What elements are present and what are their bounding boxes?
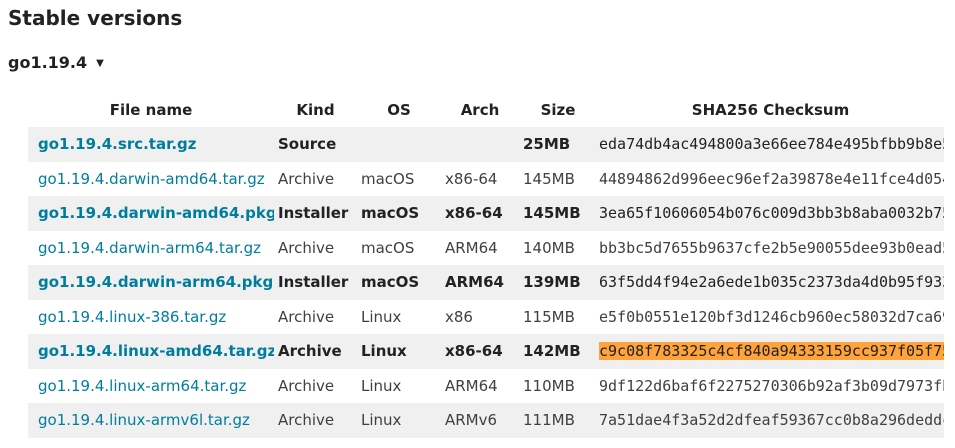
- os-cell: macOS: [361, 273, 420, 292]
- size-cell: 110MB: [523, 376, 575, 395]
- checksum-cell[interactable]: bb3bc5d7655b9637cfe2b5e90055dee93b0ead50…: [597, 231, 944, 266]
- table-row: go1.19.4.linux-armv6l.tar.gz Archive Lin…: [28, 403, 944, 438]
- arch-cell: ARM64: [445, 376, 498, 395]
- kind-cell: Archive: [278, 307, 335, 326]
- table-row: go1.19.4.linux-amd64.tar.gz Archive Linu…: [28, 334, 944, 369]
- download-link[interactable]: go1.19.4.linux-amd64.tar.gz: [38, 342, 274, 360]
- table-row: go1.19.4.linux-386.tar.gz Archive Linux …: [28, 300, 944, 335]
- file-cell: go1.19.4.linux-amd64.tar.gz: [28, 334, 274, 369]
- arch-cell: x86-64: [445, 204, 503, 223]
- kind-cell: Archive: [278, 342, 342, 361]
- size-cell: 142MB: [523, 342, 581, 361]
- arch-cell: ARM64: [445, 273, 504, 292]
- checksum-cell[interactable]: eda74db4ac494800a3e66ee784e495bfbb9b8e53…: [597, 127, 944, 162]
- checksum-cell[interactable]: e5f0b0551e120bf3d1246cb960ec58032d7ca69e…: [597, 300, 944, 335]
- os-cell: macOS: [361, 204, 420, 223]
- header-file-name: File name: [109, 101, 193, 119]
- checksum-cell[interactable]: c9c08f783325c4cf840a94333159cc937f05f75c…: [597, 334, 944, 369]
- os-cell: macOS: [361, 169, 415, 188]
- file-cell: go1.19.4.darwin-arm64.pkg: [28, 265, 274, 300]
- download-link[interactable]: go1.19.4.darwin-arm64.tar.gz: [38, 239, 261, 257]
- download-link[interactable]: go1.19.4.linux-386.tar.gz: [38, 308, 226, 326]
- checksum-cell[interactable]: 44894862d996eec96ef2a39878e4e11fce4d0542…: [597, 162, 944, 197]
- os-cell: Linux: [361, 342, 407, 361]
- file-cell: go1.19.4.linux-armv6l.tar.gz: [28, 403, 274, 438]
- table-row: go1.19.4.linux-arm64.tar.gz Archive Linu…: [28, 369, 944, 404]
- download-link[interactable]: go1.19.4.darwin-amd64.tar.gz: [38, 170, 265, 188]
- header-os: OS: [387, 101, 411, 119]
- size-cell: 139MB: [523, 273, 581, 292]
- header-size: Size: [540, 101, 576, 119]
- os-cell: [357, 127, 441, 162]
- header-sha256: SHA256 Checksum: [691, 101, 850, 119]
- table-row: go1.19.4.darwin-amd64.tar.gz Archive mac…: [28, 162, 944, 197]
- checksum-text[interactable]: 63f5dd4f94e2a6ede1b035c2373da4d0b95f933f…: [599, 273, 944, 291]
- kind-cell: Archive: [278, 376, 335, 395]
- header-kind: Kind: [296, 101, 335, 119]
- checksum-cell[interactable]: 9df122d6baf6f2275270306b92af3b09d7973fb1…: [597, 369, 944, 404]
- kind-cell: Archive: [278, 411, 335, 430]
- arch-cell: ARMv6: [445, 411, 498, 430]
- size-cell: 145MB: [523, 169, 575, 188]
- download-link[interactable]: go1.19.4.linux-arm64.tar.gz: [38, 377, 246, 395]
- kind-cell: Installer: [278, 273, 349, 292]
- download-link[interactable]: go1.19.4.linux-armv6l.tar.gz: [38, 411, 250, 429]
- size-cell: 140MB: [523, 238, 575, 257]
- os-cell: Linux: [361, 411, 402, 430]
- kind-cell: Installer: [278, 204, 349, 223]
- arch-cell: x86-64: [445, 342, 503, 361]
- table-row: go1.19.4.darwin-amd64.pkg Installer macO…: [28, 196, 944, 231]
- checksum-cell[interactable]: 3ea65f10606054b076c009d3bb3b8aba0032b75a…: [597, 196, 944, 231]
- download-link[interactable]: go1.19.4.src.tar.gz: [38, 135, 197, 153]
- table-row: go1.19.4.src.tar.gz Source 25MB eda74db4…: [28, 127, 944, 162]
- download-link[interactable]: go1.19.4.darwin-amd64.pkg: [38, 204, 274, 222]
- kind-cell: Source: [278, 135, 337, 154]
- file-cell: go1.19.4.darwin-amd64.tar.gz: [28, 162, 274, 197]
- file-cell: go1.19.4.src.tar.gz: [28, 127, 274, 162]
- checksum-text[interactable]: bb3bc5d7655b9637cfe2b5e90055dee93b0ead50…: [599, 239, 944, 257]
- checksum-text[interactable]: 7a51dae4f3a52d2dfeaf59367cc0b8a296deddc8…: [599, 411, 944, 429]
- page-title: Stable versions: [8, 6, 183, 30]
- arch-cell: x86-64: [445, 169, 498, 188]
- file-cell: go1.19.4.darwin-amd64.pkg: [28, 196, 274, 231]
- table-row: go1.19.4.darwin-arm64.pkg Installer macO…: [28, 265, 944, 300]
- table-header-row: File name Kind OS Arch Size SHA256 Check…: [28, 93, 944, 127]
- os-cell: Linux: [361, 307, 402, 326]
- os-cell: macOS: [361, 238, 415, 257]
- arch-cell: [441, 127, 519, 162]
- size-cell: 115MB: [523, 307, 575, 326]
- size-cell: 145MB: [523, 204, 581, 223]
- os-cell: Linux: [361, 376, 402, 395]
- checksum-cell[interactable]: 63f5dd4f94e2a6ede1b035c2373da4d0b95f933f…: [597, 265, 944, 300]
- arch-cell: x86: [445, 307, 473, 326]
- kind-cell: Archive: [278, 169, 335, 188]
- checksum-text-selected[interactable]: c9c08f783325c4cf840a94333159cc937f05f75c…: [599, 342, 944, 361]
- file-cell: go1.19.4.linux-386.tar.gz: [28, 300, 274, 335]
- header-arch: Arch: [460, 101, 500, 119]
- checksum-text[interactable]: 44894862d996eec96ef2a39878e4e11fce4d0542…: [599, 170, 944, 188]
- file-cell: go1.19.4.linux-arm64.tar.gz: [28, 369, 274, 404]
- size-cell: 25MB: [523, 135, 571, 154]
- downloads-table: File name Kind OS Arch Size SHA256 Check…: [28, 93, 944, 438]
- checksum-text[interactable]: 3ea65f10606054b076c009d3bb3b8aba0032b75a…: [599, 204, 944, 222]
- checksum-cell[interactable]: 7a51dae4f3a52d2dfeaf59367cc0b8a296deddc8…: [597, 403, 944, 438]
- version-toggle[interactable]: go1.19.4 ▼: [8, 53, 104, 72]
- checksum-text[interactable]: 9df122d6baf6f2275270306b92af3b09d7973fb1…: [599, 377, 944, 395]
- checksum-text[interactable]: eda74db4ac494800a3e66ee784e495bfbb9b8e53…: [599, 135, 944, 153]
- download-link[interactable]: go1.19.4.darwin-arm64.pkg: [38, 273, 273, 291]
- size-cell: 111MB: [523, 411, 575, 430]
- checksum-text[interactable]: e5f0b0551e120bf3d1246cb960ec58032d7ca69e…: [599, 308, 944, 326]
- version-label[interactable]: go1.19.4: [8, 53, 87, 72]
- kind-cell: Archive: [278, 238, 335, 257]
- caret-down-icon[interactable]: ▼: [96, 58, 104, 69]
- table-row: go1.19.4.darwin-arm64.tar.gz Archive mac…: [28, 231, 944, 266]
- file-cell: go1.19.4.darwin-arm64.tar.gz: [28, 231, 274, 266]
- arch-cell: ARM64: [445, 238, 498, 257]
